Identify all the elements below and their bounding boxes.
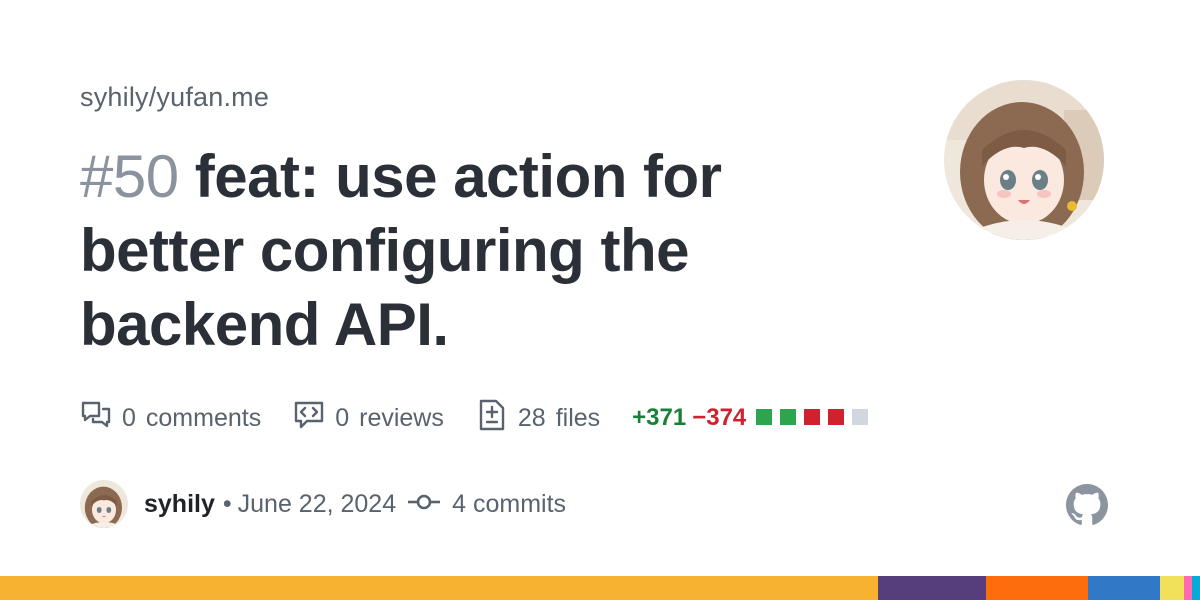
author-avatar-large — [944, 80, 1104, 240]
pr-number: #50 — [80, 143, 179, 210]
pr-stats: 0 comments 0 reviews 28 files +371 −374 — [80, 398, 876, 438]
code-review-icon — [293, 399, 335, 438]
reviews-label: reviews — [359, 403, 444, 432]
commits-count: 4 commits — [452, 489, 567, 518]
deletions-count: −374 — [692, 404, 747, 431]
comments-label: comments — [145, 403, 262, 432]
diff-square — [828, 409, 845, 425]
additions-count: +371 — [632, 404, 687, 431]
diff-blocks — [756, 404, 876, 432]
diff-square — [756, 409, 773, 425]
diff-square — [804, 409, 821, 425]
git-commit-icon — [408, 490, 441, 519]
language-segment — [986, 576, 1088, 600]
author-avatar[interactable] — [80, 480, 128, 528]
files-stat: 28 files — [476, 399, 600, 438]
language-segment — [1192, 576, 1200, 600]
files-label: files — [555, 403, 601, 432]
file-diff-icon — [476, 399, 518, 438]
comment-discussion-icon — [80, 399, 122, 438]
diff-square — [852, 409, 869, 425]
language-segment — [1160, 576, 1184, 600]
github-logo-icon[interactable] — [1066, 484, 1108, 531]
repo-name[interactable]: syhily/yufan.me — [80, 82, 269, 113]
diff-stat: +371 −374 — [632, 404, 876, 432]
language-bar — [0, 576, 1200, 600]
pr-title: #50 feat: use action for better configur… — [80, 140, 840, 362]
language-segment — [0, 576, 878, 600]
reviews-stat: 0 reviews — [293, 399, 444, 438]
author-name[interactable]: syhily — [144, 490, 215, 519]
pr-footer: syhily • June 22, 2024 4 commits — [80, 480, 566, 528]
files-count: 28 — [517, 403, 546, 432]
pr-date: June 22, 2024 — [237, 489, 397, 518]
reviews-count: 0 — [335, 403, 350, 432]
language-segment — [1088, 576, 1160, 600]
separator-dot: • — [222, 489, 232, 518]
comments-stat: 0 comments — [80, 399, 261, 438]
diff-square — [780, 409, 797, 425]
language-segment — [878, 576, 986, 600]
language-segment — [1184, 576, 1192, 600]
comments-count: 0 — [122, 403, 136, 432]
